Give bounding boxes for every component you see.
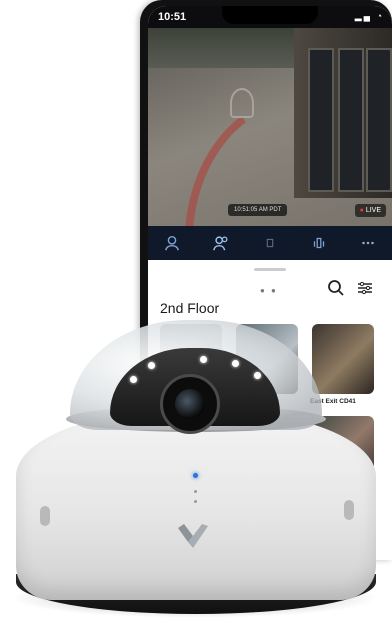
intercom-button[interactable]	[304, 231, 334, 255]
people-button[interactable]	[206, 231, 236, 255]
feed-chair	[230, 88, 254, 118]
camera-lens	[160, 374, 220, 434]
page-dots: ● ●	[260, 286, 278, 295]
camera-side-port	[344, 500, 354, 520]
grid-icon	[266, 238, 274, 248]
ir-led-icon	[200, 356, 207, 363]
grid-button[interactable]	[255, 231, 285, 255]
signal-wifi-icon: ▂▄ ◔	[354, 11, 384, 21]
feed-wall	[294, 28, 392, 198]
more-button[interactable]	[353, 231, 383, 255]
live-label: LIVE	[365, 207, 381, 214]
product-photo: 10:51 ▂▄ ◔ 10:51:05 AM PDT ● LIVE ● ● 2n…	[0, 0, 392, 619]
status-time: 10:51	[158, 11, 187, 23]
lens-glass	[175, 389, 205, 419]
filter-icon[interactable]	[355, 278, 375, 298]
camera-side-port	[40, 506, 50, 526]
sheet-grabber[interactable]	[254, 268, 286, 271]
verkada-logo-icon	[178, 524, 208, 548]
person-icon	[165, 235, 180, 251]
ir-led-icon	[254, 372, 261, 379]
microphone-hole	[194, 490, 197, 493]
camera-toolbar	[148, 226, 392, 260]
dome-security-camera	[0, 300, 392, 619]
feed-door	[308, 48, 334, 192]
ir-led-icon	[232, 360, 239, 367]
people-icon	[213, 236, 228, 251]
microphone-hole	[194, 500, 197, 503]
feed-door	[366, 48, 392, 192]
camera-live-feed[interactable]: 10:51:05 AM PDT ● LIVE	[148, 28, 392, 226]
intercom-icon	[313, 237, 324, 249]
ir-led-icon	[130, 376, 137, 383]
camera-body	[16, 410, 376, 600]
feed-background	[148, 28, 294, 70]
feed-timestamp: 10:51:05 AM PDT	[228, 204, 288, 216]
more-icon	[361, 241, 374, 245]
status-bar: 10:51 ▂▄ ◔	[148, 6, 392, 28]
ir-led-icon	[148, 362, 155, 369]
status-led	[193, 473, 198, 478]
phone-notch	[222, 6, 318, 24]
live-badge[interactable]: ● LIVE	[354, 204, 386, 217]
feed-door	[338, 48, 364, 192]
person-button[interactable]	[157, 231, 187, 255]
search-icon[interactable]	[326, 278, 346, 298]
